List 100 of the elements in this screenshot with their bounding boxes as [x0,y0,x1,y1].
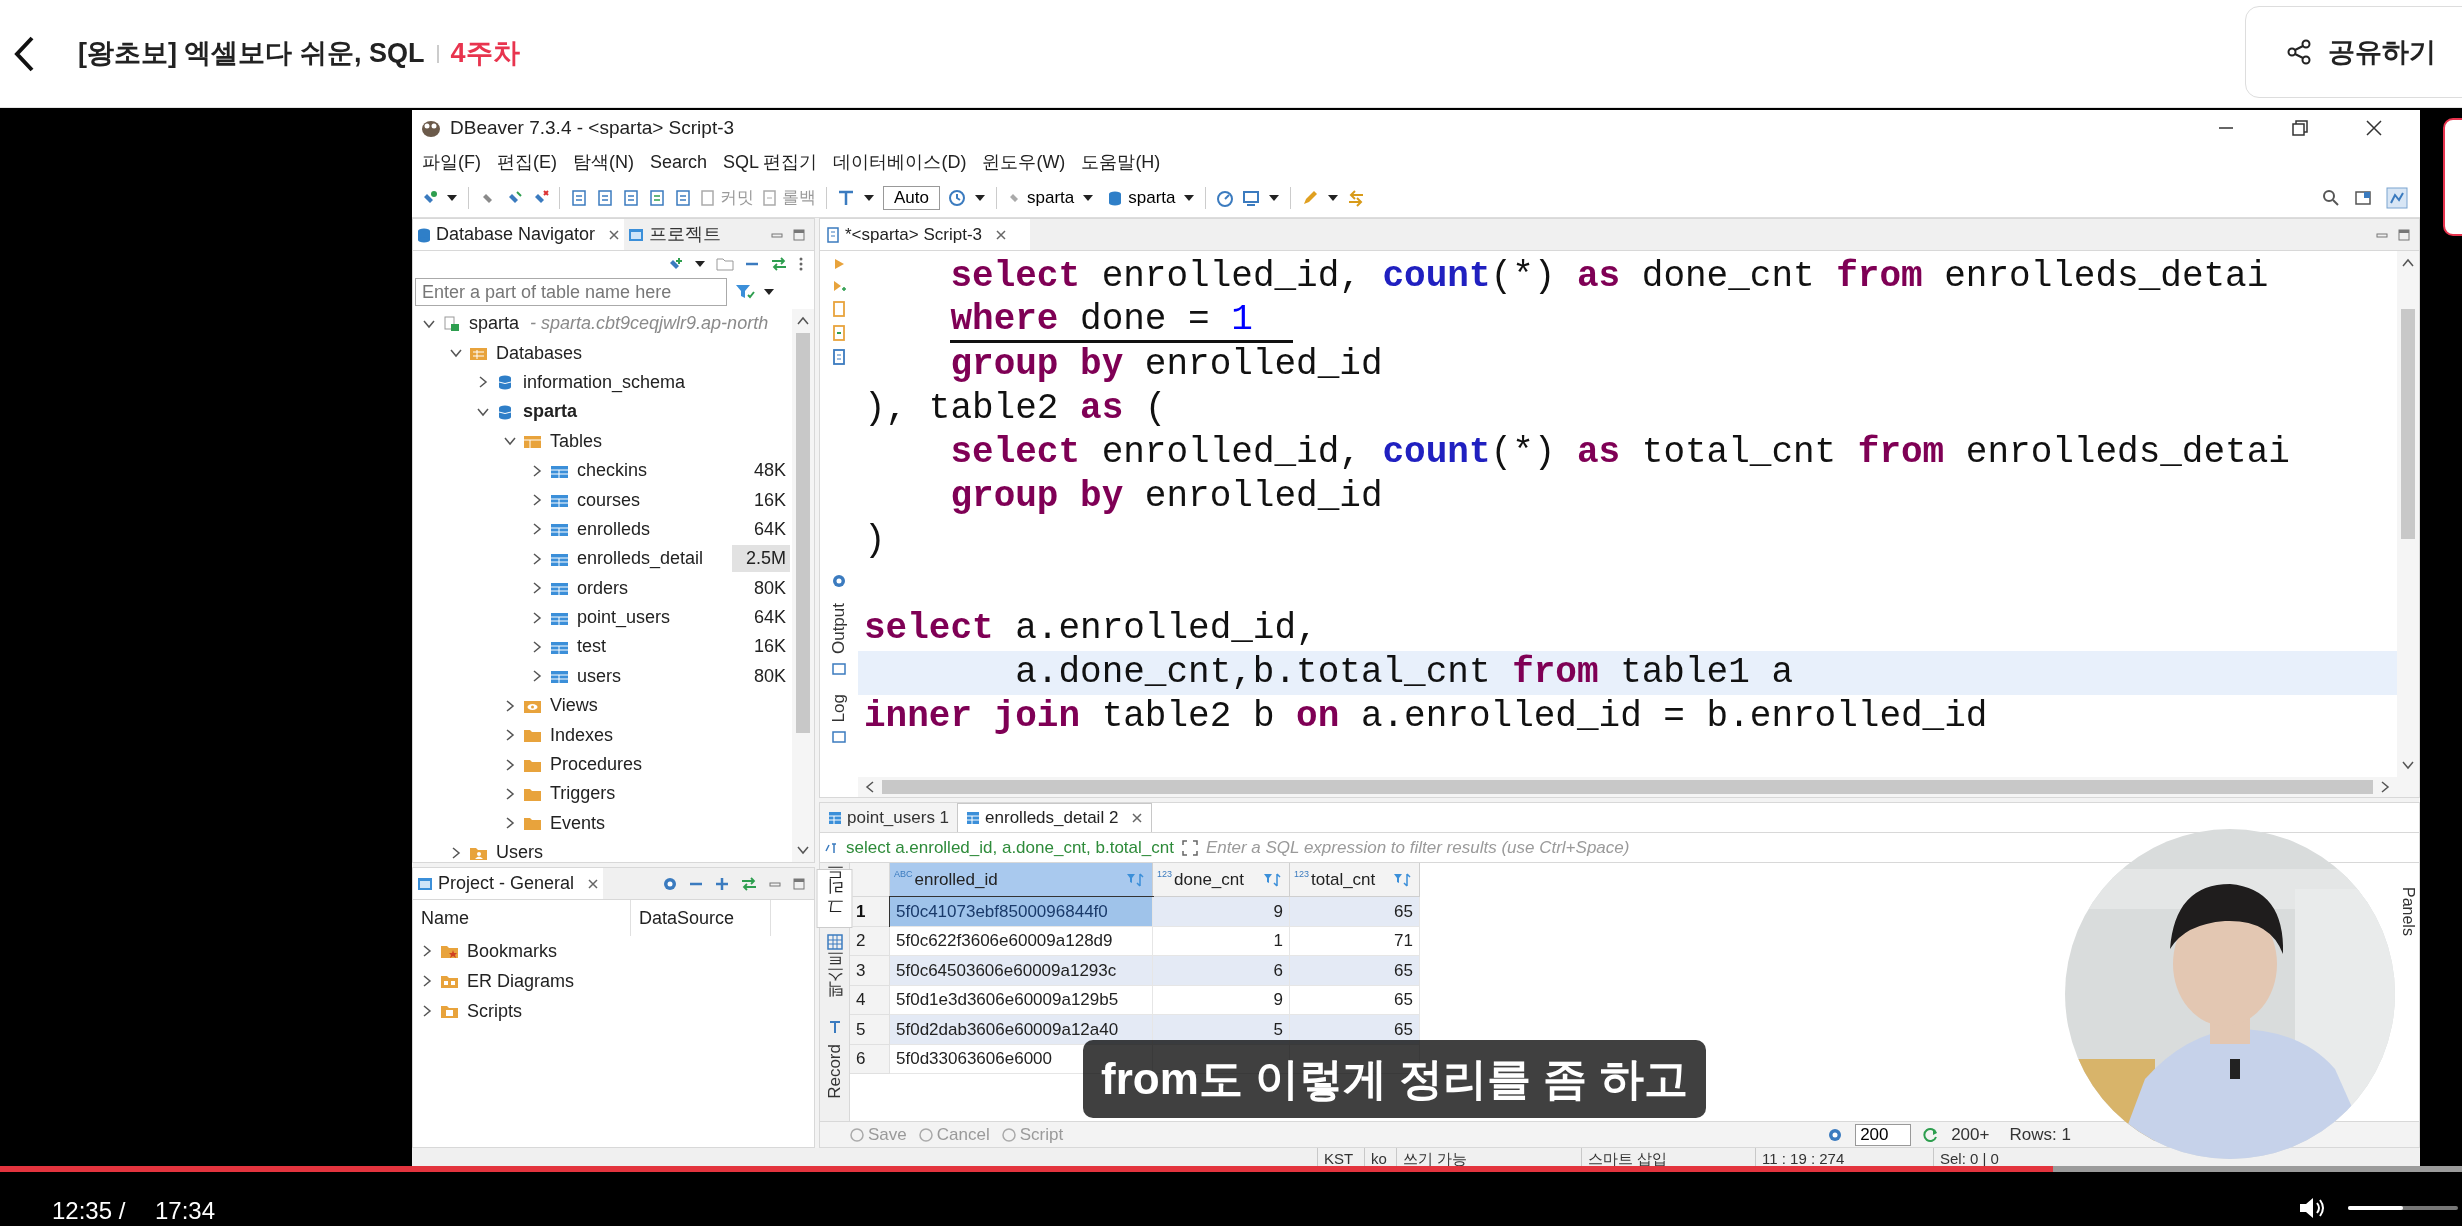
tree-item[interactable]: ER Diagrams [413,966,814,996]
gear-icon[interactable] [1827,1126,1844,1143]
restore-icon[interactable] [2292,120,2308,136]
schema-selector[interactable]: sparta [1108,184,1176,211]
menu-item[interactable]: Search [648,148,710,176]
pencil-icon[interactable] [1301,188,1320,207]
chevron-icon[interactable] [450,347,462,360]
chevron-icon[interactable] [531,523,543,536]
caret-icon[interactable] [694,259,706,269]
caret-icon[interactable] [1183,192,1196,203]
tree-item[interactable]: enrolleds 64K [413,514,792,545]
chevron-icon[interactable] [421,975,433,987]
maximize-icon[interactable] [792,227,806,242]
view-tab[interactable]: Record [817,1041,852,1102]
console-icon[interactable] [832,662,846,677]
chevron-icon[interactable] [421,945,433,957]
caret-icon[interactable] [1268,192,1281,203]
menu-item[interactable]: 도움말(H) [1079,148,1163,176]
tree-item[interactable]: information_schema [413,367,792,398]
chevron-icon[interactable] [504,817,516,830]
document-icon[interactable] [622,188,640,207]
menu-item[interactable]: 편집(E) [495,148,559,176]
more-icon[interactable] [798,256,804,272]
chevron-icon[interactable] [421,1005,433,1017]
caret-icon[interactable] [974,192,986,203]
filter-field[interactable]: Enter a SQL expression to filter results (use Ctrl+Space) [1205,834,1906,861]
chevron-icon[interactable] [531,464,543,477]
link-icon[interactable] [740,875,758,892]
menu-item[interactable]: 파일(F) [420,148,483,176]
search-icon[interactable] [2322,188,2340,207]
close-icon[interactable] [1131,812,1144,824]
gauge-icon[interactable] [1216,188,1235,207]
scrollbar-thumb[interactable] [796,333,810,733]
tree-item[interactable]: Databases [413,338,792,368]
view-tab[interactable]: 그리드 [816,869,853,928]
chevron-icon[interactable] [504,729,516,742]
link-icon[interactable] [770,256,788,272]
tree-item[interactable]: courses 16K [413,485,792,515]
caret-icon[interactable] [1327,192,1340,203]
expand-icon[interactable] [714,875,730,892]
chevron-icon[interactable] [531,670,543,683]
tree-item[interactable]: point_users 64K [413,602,792,633]
gear-icon[interactable] [662,875,678,892]
menu-item[interactable]: SQL 편집기 [721,148,820,176]
perspective-icon[interactable] [2386,186,2408,209]
tree-item[interactable]: Procedures [413,749,792,780]
sort-filter-icon[interactable] [1393,871,1413,888]
tree-item[interactable]: Views [413,691,792,721]
gear-icon[interactable] [831,573,847,589]
scroll-right-icon[interactable] [2379,780,2391,794]
tree-item[interactable]: Indexes [413,720,792,750]
caret-icon[interactable] [446,192,458,203]
run-icon[interactable] [832,279,846,293]
menu-item[interactable]: 탐색(N) [571,148,636,176]
side-tab[interactable]: Output [826,603,852,655]
scrollbar-thumb[interactable] [882,780,2373,794]
share-button[interactable]: 공유하기 [2245,6,2462,98]
chevron-icon[interactable] [504,787,516,800]
fetch-more-button[interactable]: 200+ [1951,1121,1990,1148]
side-tab[interactable]: Log [826,694,852,723]
chevron-icon[interactable] [504,758,516,771]
filter-icon[interactable] [735,283,755,301]
tree-item[interactable]: orders 80K [413,573,792,603]
chevron-icon[interactable] [450,846,462,859]
tree-item[interactable]: enrolleds_detail 2.5M [413,544,792,574]
document-icon[interactable] [570,188,588,207]
close-icon[interactable] [587,877,600,890]
maximize-icon[interactable] [792,876,806,891]
tree-item[interactable]: Tables [413,426,792,456]
transaction-icon[interactable] [837,188,855,207]
grid-icon[interactable] [826,934,843,950]
sort-filter-icon[interactable] [1263,871,1283,888]
tree-item[interactable]: users 80K [413,661,792,692]
scroll-left-icon[interactable] [864,780,876,794]
close-icon[interactable] [608,228,621,241]
close-icon[interactable] [2366,120,2382,136]
column-header[interactable]: Name [413,900,631,936]
panel-tab[interactable]: 프로젝트 [624,219,726,250]
chevron-icon[interactable] [504,435,516,448]
console-icon[interactable] [832,730,846,745]
arrow-icon[interactable] [1347,188,1366,207]
menu-item[interactable]: 윈도우(W) [980,148,1068,176]
chevron-icon[interactable] [531,611,543,624]
monitor-icon[interactable] [1242,188,1261,207]
result-tab[interactable]: enrolleds_detail 2 [957,803,1153,832]
scroll-down-icon[interactable] [796,844,810,856]
panel-tab[interactable]: Project - General [413,868,604,899]
chevron-icon[interactable] [504,699,516,712]
tree-item[interactable]: checkins 48K [413,455,792,486]
tree-item[interactable]: sparta [413,397,792,427]
scroll-down-icon[interactable] [2401,759,2415,771]
document-icon[interactable] [596,188,614,207]
tree-item[interactable]: Bookmarks [413,936,814,966]
perspective-icon[interactable] [2354,188,2372,207]
caret-icon[interactable] [763,287,775,297]
maximize-icon[interactable] [2397,227,2411,242]
chevron-icon[interactable] [531,552,543,565]
tree-item[interactable]: test 16K [413,632,792,662]
refresh-icon[interactable] [1923,1126,1940,1143]
document-icon[interactable] [674,188,692,207]
